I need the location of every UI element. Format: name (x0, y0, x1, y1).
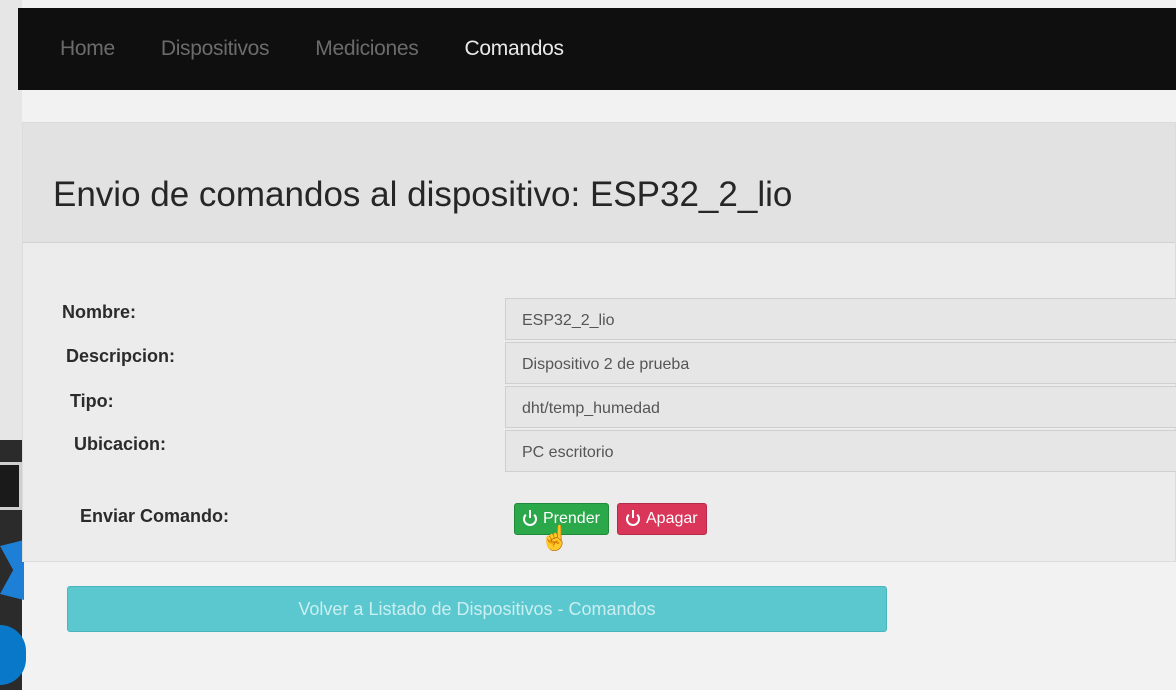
tipo-field: dht/temp_humedad (505, 386, 1176, 428)
apagar-button[interactable]: Apagar (617, 503, 707, 535)
back-to-list-button[interactable]: Volver a Listado de Dispositivos - Coman… (67, 586, 887, 632)
app-icon[interactable] (0, 625, 26, 685)
descripcion-field: Dispositivo 2 de prueba (505, 342, 1176, 384)
nombre-field: ESP32_2_lio (505, 298, 1176, 340)
descripcion-label: Descripcion: (66, 346, 176, 366)
panel-heading: Envio de comandos al dispositivo: ESP32_… (23, 123, 1175, 243)
hand-pointer-icon: ☝ (540, 525, 570, 552)
page-title: Envio de comandos al dispositivo: ESP32_… (53, 175, 793, 214)
power-icon (523, 510, 537, 526)
nav-mediciones[interactable]: Mediciones (315, 37, 419, 61)
ubicacion-field: PC escritorio (505, 430, 1176, 472)
nav-comandos[interactable]: Comandos (465, 37, 564, 61)
top-navbar: Home Dispositivos Mediciones Comandos (18, 8, 1176, 90)
ubicacion-label: Ubicacion: (74, 434, 167, 454)
nav-home[interactable]: Home (60, 37, 115, 61)
app-window-icon[interactable] (0, 462, 22, 510)
enviar-comando-label: Enviar Comando: (80, 506, 230, 526)
power-icon (626, 510, 640, 526)
nav-dispositivos[interactable]: Dispositivos (161, 37, 270, 61)
nombre-label: Nombre: (62, 302, 137, 322)
tipo-label: Tipo: (70, 391, 114, 411)
apagar-label: Apagar (646, 510, 698, 527)
